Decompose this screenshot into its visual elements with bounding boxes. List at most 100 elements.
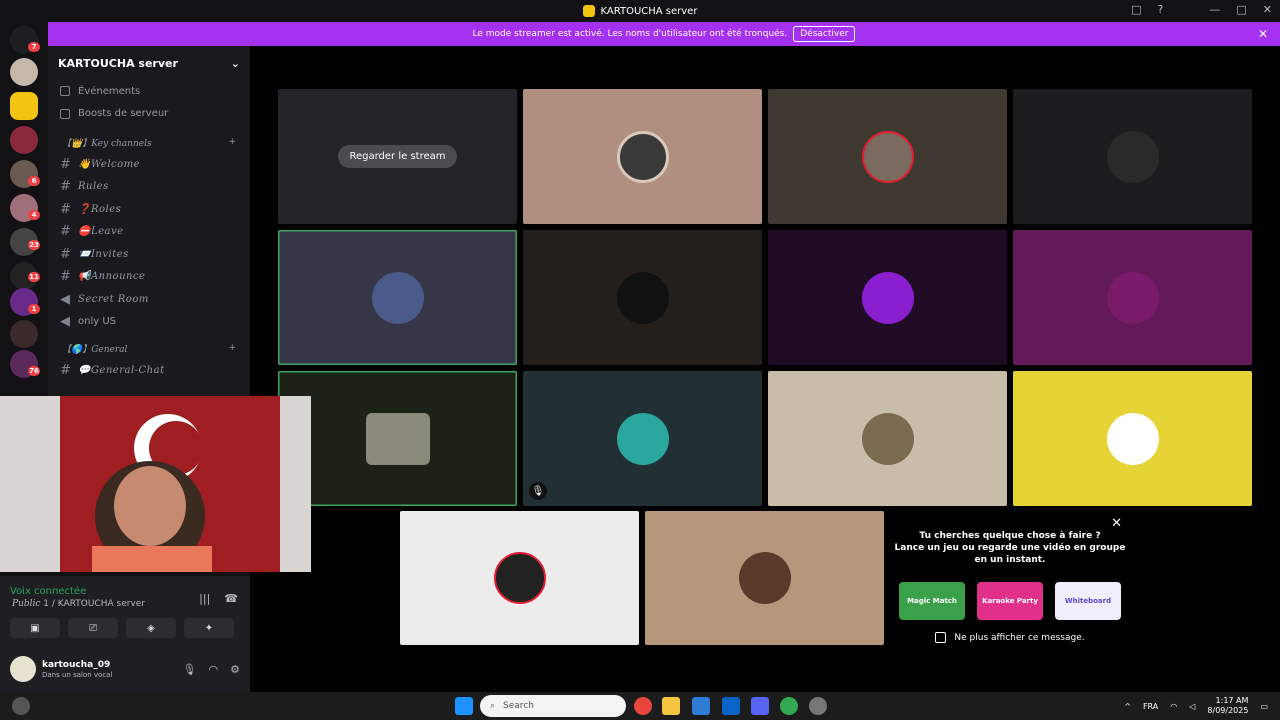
channel-welcome[interactable]: # 👋Welcome: [48, 153, 250, 176]
close-suggestion-icon[interactable]: ✕: [1111, 516, 1122, 531]
noise-suppression-icon[interactable]: |||: [199, 592, 210, 605]
hash-icon: #: [60, 246, 71, 262]
clock[interactable]: 1:17 AM 8/09/2025: [1207, 696, 1248, 716]
channel-roles[interactable]: # ❓Roles: [48, 198, 250, 221]
channel-general-chat[interactable]: # 💬General-Chat: [48, 359, 250, 382]
wifi-icon[interactable]: ◠: [1170, 702, 1177, 711]
avatar: [365, 412, 430, 465]
hash-icon: #: [60, 179, 71, 195]
voice-stage: Regarder le stream 🎙 ✕ Tu cherches quelq…: [250, 46, 1280, 692]
search-placeholder: Search: [503, 701, 534, 711]
dont-show-checkbox[interactable]: [935, 632, 947, 643]
maximize-button[interactable]: □: [1236, 3, 1246, 16]
app-icon[interactable]: [809, 697, 827, 715]
participant-tile[interactable]: [1013, 89, 1252, 224]
language-indicator[interactable]: FRA: [1143, 702, 1158, 711]
category-label: 【🌎】General: [62, 344, 128, 355]
calendar-icon: [60, 86, 70, 97]
widgets-icon[interactable]: [12, 697, 30, 715]
channel-leave[interactable]: # ⛔Leave: [48, 221, 250, 244]
headphones-icon[interactable]: ◠: [209, 663, 219, 676]
server-icon[interactable]: [10, 320, 38, 348]
chevron-down-icon[interactable]: ⌄: [231, 57, 240, 70]
events-item[interactable]: Événements: [48, 80, 250, 103]
participant-tile[interactable]: [278, 371, 517, 506]
taskbar-search[interactable]: ⌕ Search: [480, 695, 626, 717]
soundboard-button[interactable]: ✦: [184, 618, 234, 638]
server-icon[interactable]: [10, 92, 38, 120]
streamer-mode-banner: Le mode streamer est activé. Les noms d'…: [48, 22, 1280, 46]
channel-label: Secret Room: [78, 293, 149, 305]
activity-karaoke-party[interactable]: Karaoke Party: [977, 582, 1043, 620]
username[interactable]: kartoucha_09: [42, 660, 112, 670]
discord-taskbar-icon[interactable]: [751, 697, 769, 715]
channel-label: 💬General-Chat: [78, 364, 165, 376]
participant-tile[interactable]: [523, 89, 762, 224]
participant-tile[interactable]: [400, 511, 639, 645]
activity-whiteboard[interactable]: Whiteboard: [1055, 582, 1121, 620]
title-bar: KARTOUCHA server □ ? — □ ✕: [0, 0, 1280, 22]
avatar: [861, 130, 914, 183]
chrome-profile-icon[interactable]: [780, 697, 798, 715]
chevron-up-icon[interactable]: ^: [1124, 702, 1131, 711]
close-button[interactable]: ✕: [1263, 3, 1272, 16]
channel-label: 👋Welcome: [78, 158, 141, 170]
category-general[interactable]: 【🌎】General +: [48, 337, 250, 359]
activity-magic-match[interactable]: Magic Match: [899, 582, 965, 620]
add-channel-icon[interactable]: +: [228, 343, 236, 353]
channel-label: ⛔Leave: [78, 226, 124, 238]
category-label: 【👑】Key channels: [62, 138, 152, 149]
server-boosts-item[interactable]: Boosts de serveur: [48, 103, 250, 126]
watch-stream-button[interactable]: Regarder le stream: [338, 145, 457, 168]
inbox-icon[interactable]: □: [1131, 3, 1141, 16]
disconnect-icon[interactable]: ☎: [224, 592, 238, 605]
server-icon[interactable]: [10, 126, 38, 154]
channel-rules[interactable]: # Rules: [48, 176, 250, 199]
participant-tile[interactable]: [1013, 230, 1252, 365]
user-panel: kartoucha_09 Dans un salon vocal 🎙 ◠ ⚙: [0, 646, 250, 692]
outlook-icon[interactable]: [722, 697, 740, 715]
channel-invites[interactable]: # 📨Invites: [48, 243, 250, 266]
category-key-channels[interactable]: 【👑】Key channels +: [48, 131, 250, 153]
minimize-button[interactable]: —: [1209, 3, 1220, 16]
add-channel-icon[interactable]: +: [228, 137, 236, 147]
screen-share-button[interactable]: ⎚: [68, 618, 118, 638]
unread-badge: 11: [28, 272, 40, 282]
channel-secret-room[interactable]: ◀ Secret Room: [48, 288, 250, 311]
avatar: [738, 552, 791, 604]
start-button-icon[interactable]: [455, 697, 473, 715]
speaker-icon: ◀: [60, 314, 70, 330]
channel-only-us[interactable]: ◀ only US: [48, 311, 250, 334]
channel-label: Rules: [78, 181, 109, 193]
activities-button[interactable]: ◈: [126, 618, 176, 638]
file-explorer-icon[interactable]: [662, 697, 680, 715]
channel-announce[interactable]: # 📢Announce: [48, 266, 250, 289]
participant-tile[interactable]: [645, 511, 884, 645]
hash-icon: #: [60, 362, 71, 378]
store-icon[interactable]: [692, 697, 710, 715]
stream-tile[interactable]: Regarder le stream: [278, 89, 517, 224]
participant-tile[interactable]: [1013, 371, 1252, 506]
help-icon[interactable]: ?: [1158, 3, 1164, 16]
user-avatar[interactable]: [10, 656, 36, 682]
participant-tile[interactable]: [768, 230, 1007, 365]
voice-channel-name: Public: [12, 599, 41, 609]
notification-icon[interactable]: ▭: [1260, 702, 1268, 711]
speaker-icon: ◀: [60, 291, 70, 307]
microphone-icon[interactable]: 🎙: [183, 663, 197, 676]
disable-streamer-mode-button[interactable]: Désactiver: [793, 26, 856, 42]
volume-icon[interactable]: ◁: [1189, 702, 1195, 711]
participant-tile[interactable]: [768, 89, 1007, 224]
participant-tile[interactable]: 🎙: [523, 371, 762, 506]
activity-label: Magic Match: [907, 597, 957, 605]
camera-button[interactable]: ▣: [10, 618, 60, 638]
settings-gear-icon[interactable]: ⚙: [230, 663, 240, 676]
participant-tile[interactable]: [278, 230, 517, 365]
server-header[interactable]: KARTOUCHA server ⌄: [48, 46, 250, 80]
participant-tile[interactable]: [523, 230, 762, 365]
avatar: [1106, 412, 1159, 465]
server-icon[interactable]: [10, 58, 38, 86]
close-banner-icon[interactable]: ✕: [1258, 27, 1268, 41]
chrome-icon[interactable]: [634, 697, 652, 715]
participant-tile[interactable]: [768, 371, 1007, 506]
